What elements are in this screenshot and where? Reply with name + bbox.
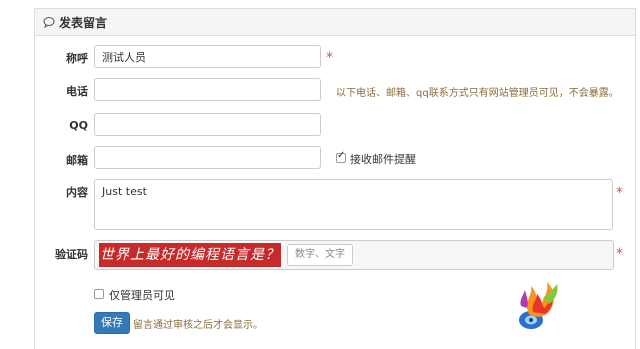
content-required-mark: * bbox=[616, 185, 623, 201]
admin-only-checkbox[interactable] bbox=[94, 289, 104, 299]
email-label: 邮箱 bbox=[66, 154, 88, 167]
panel-heading: 发表留言 bbox=[35, 9, 635, 36]
admin-only-label: 仅管理员可见 bbox=[109, 289, 175, 302]
content-textarea[interactable]: Just test bbox=[94, 179, 613, 230]
captcha-question-image: 世界上最好的编程语言是？ bbox=[99, 243, 281, 267]
email-notify-checkbox[interactable] bbox=[336, 150, 346, 163]
privacy-hint: 以下电话、邮箱、qq联系方式只有网站管理员可见，不会暴露。 bbox=[336, 88, 619, 99]
phone-label: 电话 bbox=[66, 85, 88, 98]
qq-input[interactable] bbox=[94, 113, 321, 136]
captcha-required-mark: * bbox=[616, 246, 623, 262]
flame-disc-logo bbox=[519, 282, 558, 329]
nickname-input[interactable] bbox=[94, 45, 321, 68]
panel-title: 发表留言 bbox=[59, 15, 108, 30]
email-input[interactable] bbox=[94, 146, 321, 169]
nickname-required-mark: * bbox=[326, 50, 333, 66]
nickname-label: 称呼 bbox=[66, 52, 88, 65]
save-button[interactable]: 保存 bbox=[94, 312, 130, 334]
phone-input[interactable] bbox=[94, 78, 321, 101]
qq-label: QQ bbox=[69, 119, 88, 132]
content-label: 内容 bbox=[66, 186, 88, 199]
chat-bubble-icon bbox=[43, 17, 55, 28]
captcha-input[interactable]: 数字、文字 bbox=[287, 244, 353, 266]
captcha-group: 世界上最好的编程语言是？ 数字、文字 bbox=[94, 240, 614, 270]
captcha-label: 验证码 bbox=[55, 248, 88, 261]
email-notify-label: 接收邮件提醒 bbox=[350, 153, 416, 166]
submit-hint: 留言通过审核之后才会显示。 bbox=[133, 320, 263, 331]
